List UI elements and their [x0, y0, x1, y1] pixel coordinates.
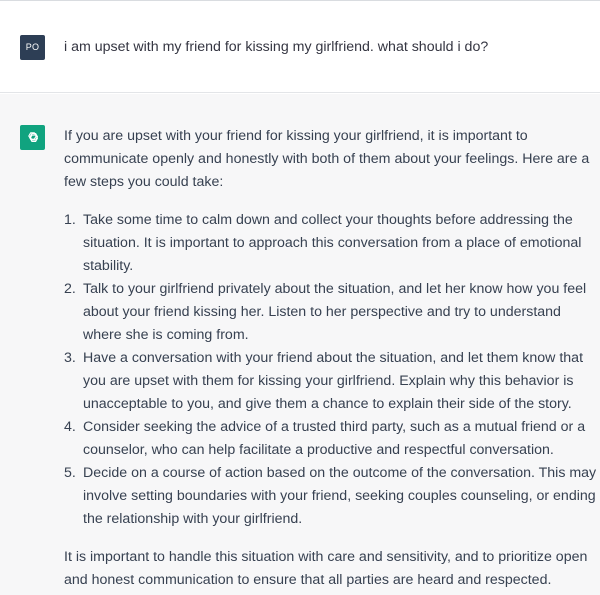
step-text: Consider seeking the advice of a trusted… — [83, 419, 586, 458]
step-number: 2. — [64, 281, 76, 297]
list-item: 3. Have a conversation with your friend … — [64, 347, 600, 416]
chat-window: PO i am upset with my friend for kissing… — [0, 0, 600, 595]
assistant-message-row: If you are upset with your friend for ki… — [0, 94, 600, 595]
list-item: 1. Take some time to calm down and colle… — [64, 209, 600, 278]
step-number: 5. — [64, 465, 76, 481]
step-text: Have a conversation with your friend abo… — [83, 350, 584, 412]
list-item: 5. Decide on a course of action based on… — [64, 462, 600, 531]
step-text: Take some time to calm down and collect … — [83, 212, 582, 274]
assistant-message-body: If you are upset with your friend for ki… — [64, 125, 600, 592]
steps-list: 1. Take some time to calm down and colle… — [64, 209, 600, 531]
step-number: 4. — [64, 419, 76, 435]
list-item: 4. Consider seeking the advice of a trus… — [64, 416, 600, 462]
answer-outro: It is important to handle this situation… — [64, 549, 588, 588]
step-text: Talk to your girlfriend privately about … — [83, 281, 587, 343]
answer-intro: If you are upset with your friend for ki… — [64, 128, 590, 190]
user-message-row: PO i am upset with my friend for kissing… — [0, 1, 600, 93]
assistant-avatar — [20, 125, 45, 150]
list-item: 2. Talk to your girlfriend privately abo… — [64, 278, 600, 347]
step-number: 1. — [64, 212, 76, 228]
openai-logo-icon — [28, 132, 39, 143]
user-avatar: PO — [20, 35, 45, 60]
step-text: Decide on a course of action based on th… — [83, 465, 597, 527]
user-message-text: i am upset with my friend for kissing my… — [64, 39, 489, 55]
step-number: 3. — [64, 350, 76, 366]
